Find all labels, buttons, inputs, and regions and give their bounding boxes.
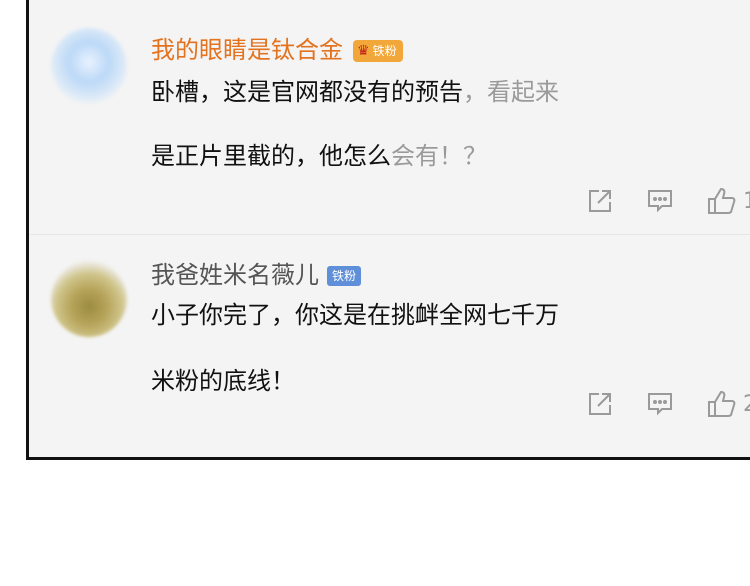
comment-text-faded: 会有！？ bbox=[391, 142, 487, 170]
username-text[interactable]: 我爸姓米名薇儿 bbox=[151, 261, 319, 289]
fan-badge-label: 铁粉 bbox=[372, 44, 397, 58]
username[interactable]: 我的眼睛是钛合金 ♛ 铁粉 bbox=[151, 30, 403, 65]
comment-text-line: 米粉的底线！ bbox=[151, 361, 295, 396]
like-count: 2 bbox=[743, 392, 750, 417]
fan-badge[interactable]: ♛ 铁粉 bbox=[353, 40, 403, 62]
avatar[interactable] bbox=[51, 261, 127, 337]
comment-actions: 1 bbox=[587, 186, 750, 216]
comment-panel: 我的眼睛是钛合金 ♛ 铁粉 卧槽，这是官网都没有的预告，看起来 是正片里截的，他怎么… bbox=[26, 0, 750, 460]
comment-text-line: 卧槽，这是官网都没有的预告，看起来 bbox=[151, 72, 559, 107]
comment-text: 米粉的底线！ bbox=[151, 367, 295, 395]
reply-button[interactable] bbox=[647, 391, 673, 417]
comment-icon bbox=[648, 190, 672, 213]
like-button[interactable]: 2 bbox=[707, 390, 750, 418]
username[interactable]: 我爸姓米名薇儿 铁粉 bbox=[151, 255, 362, 290]
share-icon bbox=[589, 190, 611, 212]
comment-text: 卧槽，这是官网都没有的预告 bbox=[151, 78, 463, 106]
comment-icon bbox=[648, 393, 672, 416]
thumbs-up-icon bbox=[708, 187, 736, 214]
username-text[interactable]: 我的眼睛是钛合金 bbox=[151, 36, 343, 64]
thumbs-up-icon bbox=[708, 390, 736, 417]
comment-text: 小子你完了，你这是在挑衅全网七千万 bbox=[151, 301, 559, 329]
comment-text-line: 是正片里截的，他怎么会有！？ bbox=[151, 136, 487, 171]
reply-button[interactable] bbox=[647, 188, 673, 214]
comment-text-line: 小子你完了，你这是在挑衅全网七千万 bbox=[151, 295, 559, 330]
crown-icon: ♛ bbox=[357, 43, 370, 59]
like-count: 1 bbox=[743, 189, 750, 214]
comment-item: 我的眼睛是钛合金 ♛ 铁粉 卧槽，这是官网都没有的预告，看起来 是正片里截的，他怎么… bbox=[29, 0, 750, 234]
comment-item: 我爸姓米名薇儿 铁粉 小子你完了，你这是在挑衅全网七千万 米粉的底线！ bbox=[29, 234, 750, 435]
comment-actions: 2 bbox=[587, 389, 750, 419]
avatar[interactable] bbox=[51, 28, 127, 104]
share-icon bbox=[589, 393, 611, 415]
share-button[interactable] bbox=[587, 188, 613, 214]
like-button[interactable]: 1 bbox=[707, 187, 750, 215]
comment-text-faded: ，看起来 bbox=[463, 78, 559, 106]
comment-text: 是正片里截的，他怎么 bbox=[151, 142, 391, 170]
fan-badge[interactable]: 铁粉 bbox=[327, 266, 362, 286]
share-button[interactable] bbox=[587, 391, 613, 417]
